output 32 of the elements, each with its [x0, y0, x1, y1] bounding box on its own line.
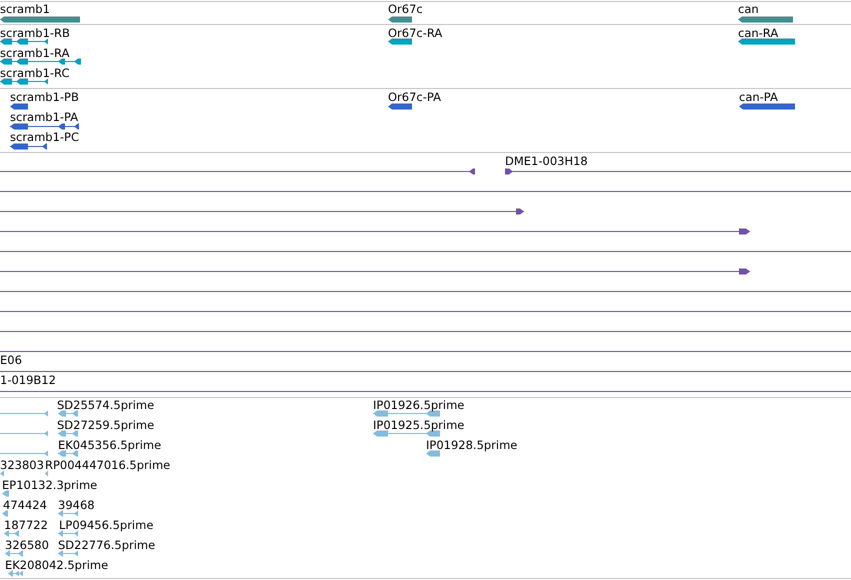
feature-label: EK045356.5prime	[58, 438, 162, 452]
feature-label: LP09456.5prime	[59, 518, 154, 532]
feature-label: scramb1-PB	[10, 90, 79, 104]
feature-label: SD25574.5prime	[57, 398, 154, 412]
feature-label: scramb1	[0, 2, 50, 16]
feature-label: RP004447016.5prime	[45, 458, 170, 472]
feature-label: can-RA	[738, 26, 778, 40]
feature-label: 187722	[4, 518, 48, 532]
feature-label: IP01928.5prime	[426, 438, 518, 452]
feature-label: Or67c-RA	[388, 26, 442, 40]
feature-label: 39468	[58, 498, 95, 512]
feature-label: 323803	[0, 458, 44, 472]
feature-label: Or67c	[388, 2, 423, 16]
feature-label: 326580	[5, 538, 49, 552]
feature-label: IP01925.5prime	[373, 418, 464, 432]
feature-label: scramb1-PC	[10, 130, 80, 144]
feature-label: DME1-003H18	[505, 154, 588, 168]
feature-label: EK208042.5prime	[5, 558, 108, 572]
feature-label: 474424	[3, 498, 47, 512]
feature-label: scramb1-RC	[0, 66, 70, 80]
feature-label: SD27259.5prime	[57, 418, 154, 432]
feature-label: E06	[0, 353, 22, 367]
feature-label: IP01926.5prime	[373, 398, 464, 412]
feature-label: SD22776.5prime	[58, 538, 156, 552]
feature-label: can-PA	[739, 90, 778, 104]
feature-label: EP10132.3prime	[2, 478, 98, 492]
feature-label: scramb1-RA	[0, 46, 70, 60]
feature-label: 1-019B12	[0, 373, 56, 387]
feature-label: Or67c-PA	[388, 90, 441, 104]
feature-label: scramb1-RB	[0, 26, 70, 40]
feature-label: scramb1-PA	[10, 110, 78, 124]
feature-label: can	[738, 2, 759, 16]
